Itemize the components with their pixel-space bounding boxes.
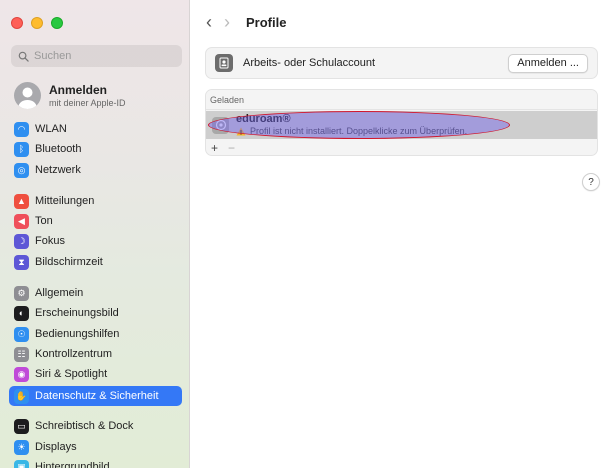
loaded-profiles: Geladen eduroam® Profil ist nicht instal… [205, 89, 598, 156]
apple-id-signin[interactable]: Anmelden mit deiner Apple-ID [14, 78, 184, 112]
back-button[interactable]: ‹ [206, 13, 212, 31]
work-account-label: Arbeits- oder Schulaccount [243, 57, 376, 69]
bell-icon: ▲ [14, 193, 29, 209]
sidebar-item-datenschutz-sicherheit[interactable]: ✋ Datenschutz & Sicherheit [9, 386, 182, 406]
main-pane: ‹ › Profile Arbeits- oder Schulaccount A… [191, 0, 606, 468]
sidebar-item-fokus[interactable]: ☽ Fokus [9, 231, 182, 251]
sidebar-item-wlan[interactable]: ◠ WLAN [9, 119, 182, 139]
globe-icon: ◎ [14, 162, 29, 178]
sidebar-item-erscheinungsbild[interactable]: ◐ Erscheinungsbild [9, 303, 182, 323]
sidebar-item-label: Bluetooth [35, 143, 82, 155]
id-badge-icon [215, 54, 233, 72]
sidebar-item-label: Bildschirmzeit [35, 256, 103, 268]
gear-icon: ⚙ [14, 285, 29, 301]
close-window-button[interactable] [11, 17, 23, 29]
sun-icon: ☀ [14, 439, 29, 455]
sidebar-item-label: Mitteilungen [35, 195, 95, 207]
search-field[interactable] [11, 45, 182, 67]
page-title: Profile [246, 14, 287, 30]
control-center-icon: ☷ [14, 346, 29, 362]
toolbar: ‹ › Profile [191, 0, 606, 44]
forward-button[interactable]: › [224, 13, 230, 31]
sidebar-item-siri-spotlight[interactable]: ◉ Siri & Spotlight [9, 364, 182, 384]
sidebar-item-label: Datenschutz & Sicherheit [35, 390, 159, 402]
sidebar-item-label: Fokus [35, 235, 65, 247]
sidebar-item-label: Hintergrundbild [35, 461, 110, 468]
window-controls [11, 17, 63, 29]
minimize-window-button[interactable] [31, 17, 43, 29]
sidebar-item-label: Netzwerk [35, 164, 81, 176]
sidebar-item-kontrollzentrum[interactable]: ☷ Kontrollzentrum [9, 344, 182, 364]
sidebar-item-bildschirmzeit[interactable]: ⧗ Bildschirmzeit [9, 252, 182, 272]
sidebar-item-label: Kontrollzentrum [35, 348, 113, 360]
sidebar-item-label: Ton [35, 215, 53, 227]
work-account-row: Arbeits- oder Schulaccount Anmelden ... [205, 47, 598, 79]
apple-id-subtitle: mit deiner Apple-ID [49, 97, 126, 108]
sidebar-item-label: Schreibtisch & Dock [35, 420, 134, 432]
sidebar-item-label: WLAN [35, 123, 67, 135]
help-button[interactable]: ? [582, 173, 600, 191]
siri-icon: ◉ [14, 366, 29, 382]
section-header: Geladen [206, 90, 597, 110]
moon-icon: ☽ [14, 233, 29, 249]
person-icon [18, 87, 37, 109]
remove-button[interactable]: − [228, 141, 235, 155]
wallpaper-icon: ▣ [14, 459, 29, 468]
add-remove-bar: + − [206, 139, 597, 155]
hand-icon: ✋ [14, 388, 29, 404]
search-input[interactable] [34, 50, 174, 62]
bluetooth-icon: ᛒ [14, 141, 29, 157]
sidebar-item-label: Siri & Spotlight [35, 368, 108, 380]
sidebar-item-label: Bedienungshilfen [35, 328, 120, 340]
sidebar-item-hintergrundbild[interactable]: ▣ Hintergrundbild [9, 457, 182, 468]
sidebar-item-label: Displays [35, 441, 77, 453]
zoom-window-button[interactable] [51, 17, 63, 29]
appearance-icon: ◐ [14, 305, 29, 321]
profile-warning: Profil ist nicht installiert. Doppelklic… [250, 126, 468, 136]
avatar [14, 81, 41, 109]
hourglass-icon: ⧗ [14, 254, 29, 270]
sidebar-item-bluetooth[interactable]: ᛒ Bluetooth [9, 139, 182, 159]
wifi-icon: ◠ [14, 121, 29, 137]
settings-gear-icon [212, 116, 229, 134]
profile-row-eduroam[interactable]: eduroam® Profil ist nicht installiert. D… [206, 111, 597, 139]
accessibility-icon: ☉ [14, 326, 29, 342]
dock-icon: ▭ [14, 418, 29, 434]
search-icon [18, 51, 29, 62]
sidebar-item-displays[interactable]: ☀ Displays [9, 437, 182, 457]
speaker-icon: ◀ [14, 213, 29, 229]
add-button[interactable]: + [211, 141, 218, 155]
sidebar: Anmelden mit deiner Apple-ID ◠ WLAN ᛒ Bluet… [0, 0, 190, 468]
apple-id-title: Anmelden [49, 82, 108, 97]
sidebar-item-mitteilungen[interactable]: ▲ Mitteilungen [9, 191, 182, 211]
sidebar-item-label: Allgemein [35, 287, 84, 299]
sidebar-item-label: Erscheinungsbild [35, 307, 119, 319]
warning-icon [236, 127, 246, 135]
settings-window: Anmelden mit deiner Apple-ID ◠ WLAN ᛒ Bluet… [0, 0, 606, 468]
sidebar-item-schreibtisch-dock[interactable]: ▭ Schreibtisch & Dock [9, 416, 182, 436]
signin-button[interactable]: Anmelden ... [508, 53, 588, 73]
sidebar-item-bedienungshilfen[interactable]: ☉ Bedienungshilfen [9, 324, 182, 344]
sidebar-item-allgemein[interactable]: ⚙ Allgemein [9, 283, 182, 303]
sidebar-item-ton[interactable]: ◀ Ton [9, 211, 182, 231]
profile-name: eduroam® [236, 113, 291, 125]
sidebar-item-netzwerk[interactable]: ◎ Netzwerk [9, 160, 182, 180]
